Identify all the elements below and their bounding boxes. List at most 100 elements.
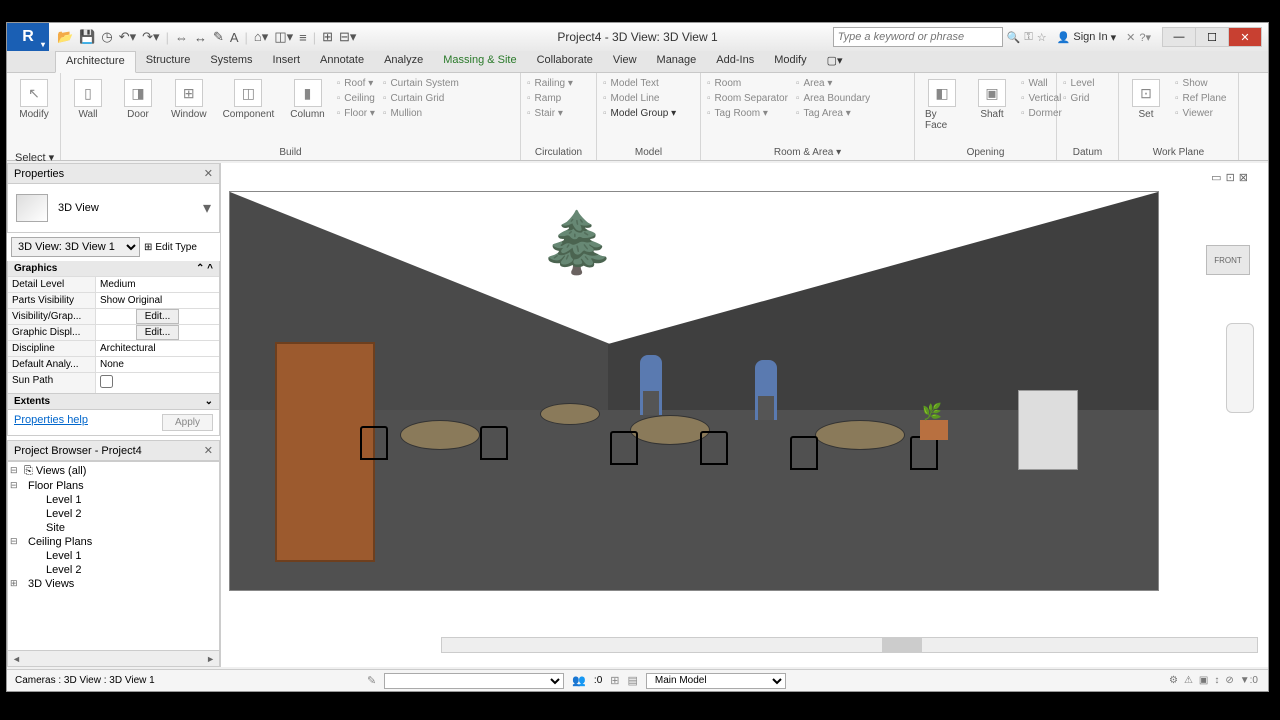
open-icon[interactable]: 📂 xyxy=(57,29,73,45)
graphics-group-header[interactable]: Graphics⌃ ^ xyxy=(8,261,219,276)
tree-level2[interactable]: Level 2 xyxy=(10,507,217,521)
model-group-button[interactable]: Model Group ▾ xyxy=(603,107,694,120)
status-people-icon[interactable]: 👥 xyxy=(572,674,586,687)
switch-windows-icon[interactable]: ⊟▾ xyxy=(339,29,356,45)
redo-icon[interactable]: ↷▾ xyxy=(142,29,159,45)
text-icon[interactable]: A xyxy=(230,30,239,45)
property-row[interactable]: Default Analy...None xyxy=(8,356,219,372)
app-menu-button[interactable]: R xyxy=(7,23,49,51)
ramp-button[interactable]: Ramp xyxy=(527,92,590,105)
property-row[interactable]: Parts VisibilityShow Original xyxy=(8,292,219,308)
dormer-button[interactable]: Dormer xyxy=(1021,107,1062,120)
tab-analyze[interactable]: Analyze xyxy=(374,51,433,72)
tag-room-button[interactable]: Tag Room ▾ xyxy=(707,107,788,120)
tab-massing-site[interactable]: Massing & Site xyxy=(433,51,526,72)
3d-view-canvas[interactable] xyxy=(229,191,1159,591)
property-row[interactable]: Sun Path xyxy=(8,372,219,393)
tab-add-ins[interactable]: Add-Ins xyxy=(706,51,764,72)
measure-icon[interactable]: ⇔ xyxy=(175,30,188,45)
close-button[interactable]: ✕ xyxy=(1228,27,1262,47)
area-button[interactable]: Area ▾ xyxy=(796,77,870,90)
floor-button[interactable]: Floor ▾ xyxy=(337,107,375,120)
tree-ceiling-plans[interactable]: Ceiling Plans xyxy=(10,535,217,549)
room-separator-button[interactable]: Room Separator xyxy=(707,92,788,105)
view-instance-selector[interactable]: 3D View: 3D View 1 xyxy=(11,237,140,257)
status-editable-icon[interactable]: ▤ xyxy=(627,674,637,687)
3d-icon[interactable]: ⌂▾ xyxy=(254,29,268,45)
tab-structure[interactable]: Structure xyxy=(136,51,201,72)
set-button[interactable]: ⊡Set xyxy=(1125,77,1167,122)
model-text-button[interactable]: Model Text xyxy=(603,77,694,90)
status-icon[interactable]: ✎ xyxy=(367,674,376,687)
tab-systems[interactable]: Systems xyxy=(200,51,262,72)
area-boundary-button[interactable]: Area Boundary xyxy=(796,92,870,105)
property-row[interactable]: Visibility/Grap...Edit... xyxy=(8,308,219,324)
wall-button[interactable]: ▯Wall xyxy=(67,77,109,122)
tree-views-all[interactable]: ⎘ Views (all) xyxy=(10,464,217,479)
view-cube[interactable]: FRONT xyxy=(1206,245,1250,275)
extents-group-header[interactable]: Extents⌄ xyxy=(8,393,219,409)
section-icon[interactable]: ◫▾ xyxy=(274,29,293,45)
viewport-hscroll[interactable] xyxy=(441,637,1258,653)
wall-opening-button[interactable]: Wall xyxy=(1021,77,1062,90)
tree-cp-level1[interactable]: Level 1 xyxy=(10,549,217,563)
search-input[interactable] xyxy=(833,27,1003,47)
tab-architecture[interactable]: Architecture xyxy=(55,51,136,73)
browser-close-icon[interactable]: ✕ xyxy=(204,444,213,457)
level-button[interactable]: Level xyxy=(1063,77,1112,90)
model-line-button[interactable]: Model Line xyxy=(603,92,694,105)
railing-button[interactable]: Railing ▾ xyxy=(527,77,590,90)
property-row[interactable]: Detail LevelMedium xyxy=(8,276,219,292)
window-button[interactable]: ⊞Window xyxy=(167,77,211,122)
tree-cp-level2[interactable]: Level 2 xyxy=(10,563,217,577)
tab-extra[interactable]: ▢▾ xyxy=(817,51,853,72)
property-row[interactable]: Graphic Displ...Edit... xyxy=(8,324,219,340)
status-drag-icon[interactable]: ↕ xyxy=(1214,675,1219,686)
show-button[interactable]: Show xyxy=(1175,77,1226,90)
tab-modify[interactable]: Modify xyxy=(764,51,816,72)
mullion-button[interactable]: Mullion xyxy=(383,107,459,120)
view-close-icon[interactable]: ⊠ xyxy=(1239,171,1248,184)
status-link-icon[interactable]: ⊘ xyxy=(1225,675,1233,686)
ref-plane-button[interactable]: Ref Plane xyxy=(1175,92,1226,105)
vertical-button[interactable]: Vertical xyxy=(1021,92,1062,105)
roof-button[interactable]: Roof ▾ xyxy=(337,77,375,90)
property-row[interactable]: DisciplineArchitectural xyxy=(8,340,219,356)
status-model-icon[interactable]: ⊞ xyxy=(610,674,619,687)
tree-3d-views[interactable]: 3D Views xyxy=(10,577,217,591)
edit-type-button[interactable]: ⊞ Edit Type xyxy=(144,237,216,257)
help-icon[interactable]: ?▾ xyxy=(1139,31,1151,44)
shaft-button[interactable]: ▣Shaft xyxy=(971,77,1013,122)
binoculars-icon[interactable]: 🔍 xyxy=(1007,31,1021,44)
view-max-icon[interactable]: ⊡ xyxy=(1226,171,1235,184)
minimize-button[interactable]: — xyxy=(1162,27,1196,47)
star-icon[interactable]: ☆ xyxy=(1037,31,1047,44)
status-funnel-icon[interactable]: ▼:0 xyxy=(1240,675,1258,686)
undo-icon[interactable]: ↶▾ xyxy=(119,29,136,45)
close-inactive-icon[interactable]: ⊞ xyxy=(322,29,333,45)
door-button[interactable]: ◨Door xyxy=(117,77,159,122)
ceiling-button[interactable]: Ceiling xyxy=(337,92,375,105)
tab-manage[interactable]: Manage xyxy=(647,51,707,72)
curtain-system-button[interactable]: Curtain System xyxy=(383,77,459,90)
modify-button[interactable]: ↖Modify xyxy=(13,77,55,122)
align-icon[interactable]: ↔ xyxy=(194,30,207,45)
properties-help-link[interactable]: Properties help xyxy=(14,414,88,431)
stair-button[interactable]: Stair ▾ xyxy=(527,107,590,120)
status-select-icon[interactable]: ▣ xyxy=(1199,675,1208,686)
status-warn-icon[interactable]: ⚠ xyxy=(1184,675,1193,686)
type-selector[interactable]: 3D View ▾ xyxy=(7,184,220,233)
curtain-grid-button[interactable]: Curtain Grid xyxy=(383,92,459,105)
viewer-button[interactable]: Viewer xyxy=(1175,107,1226,120)
column-button[interactable]: ▮Column xyxy=(286,77,328,122)
key-icon[interactable]: ⚿ xyxy=(1024,31,1032,44)
properties-close-icon[interactable]: ✕ xyxy=(204,167,213,180)
maximize-button[interactable]: ☐ xyxy=(1195,27,1229,47)
tag-area-button[interactable]: Tag Area ▾ xyxy=(796,107,870,120)
status-filter-icon[interactable]: ⚙ xyxy=(1169,675,1178,686)
status-scale-selector[interactable] xyxy=(384,673,564,689)
apply-button[interactable]: Apply xyxy=(162,414,213,431)
view-min-icon[interactable]: ▭ xyxy=(1211,171,1221,184)
thin-lines-icon[interactable]: ≡ xyxy=(299,30,307,45)
by-face-button[interactable]: ◧By Face xyxy=(921,77,963,133)
